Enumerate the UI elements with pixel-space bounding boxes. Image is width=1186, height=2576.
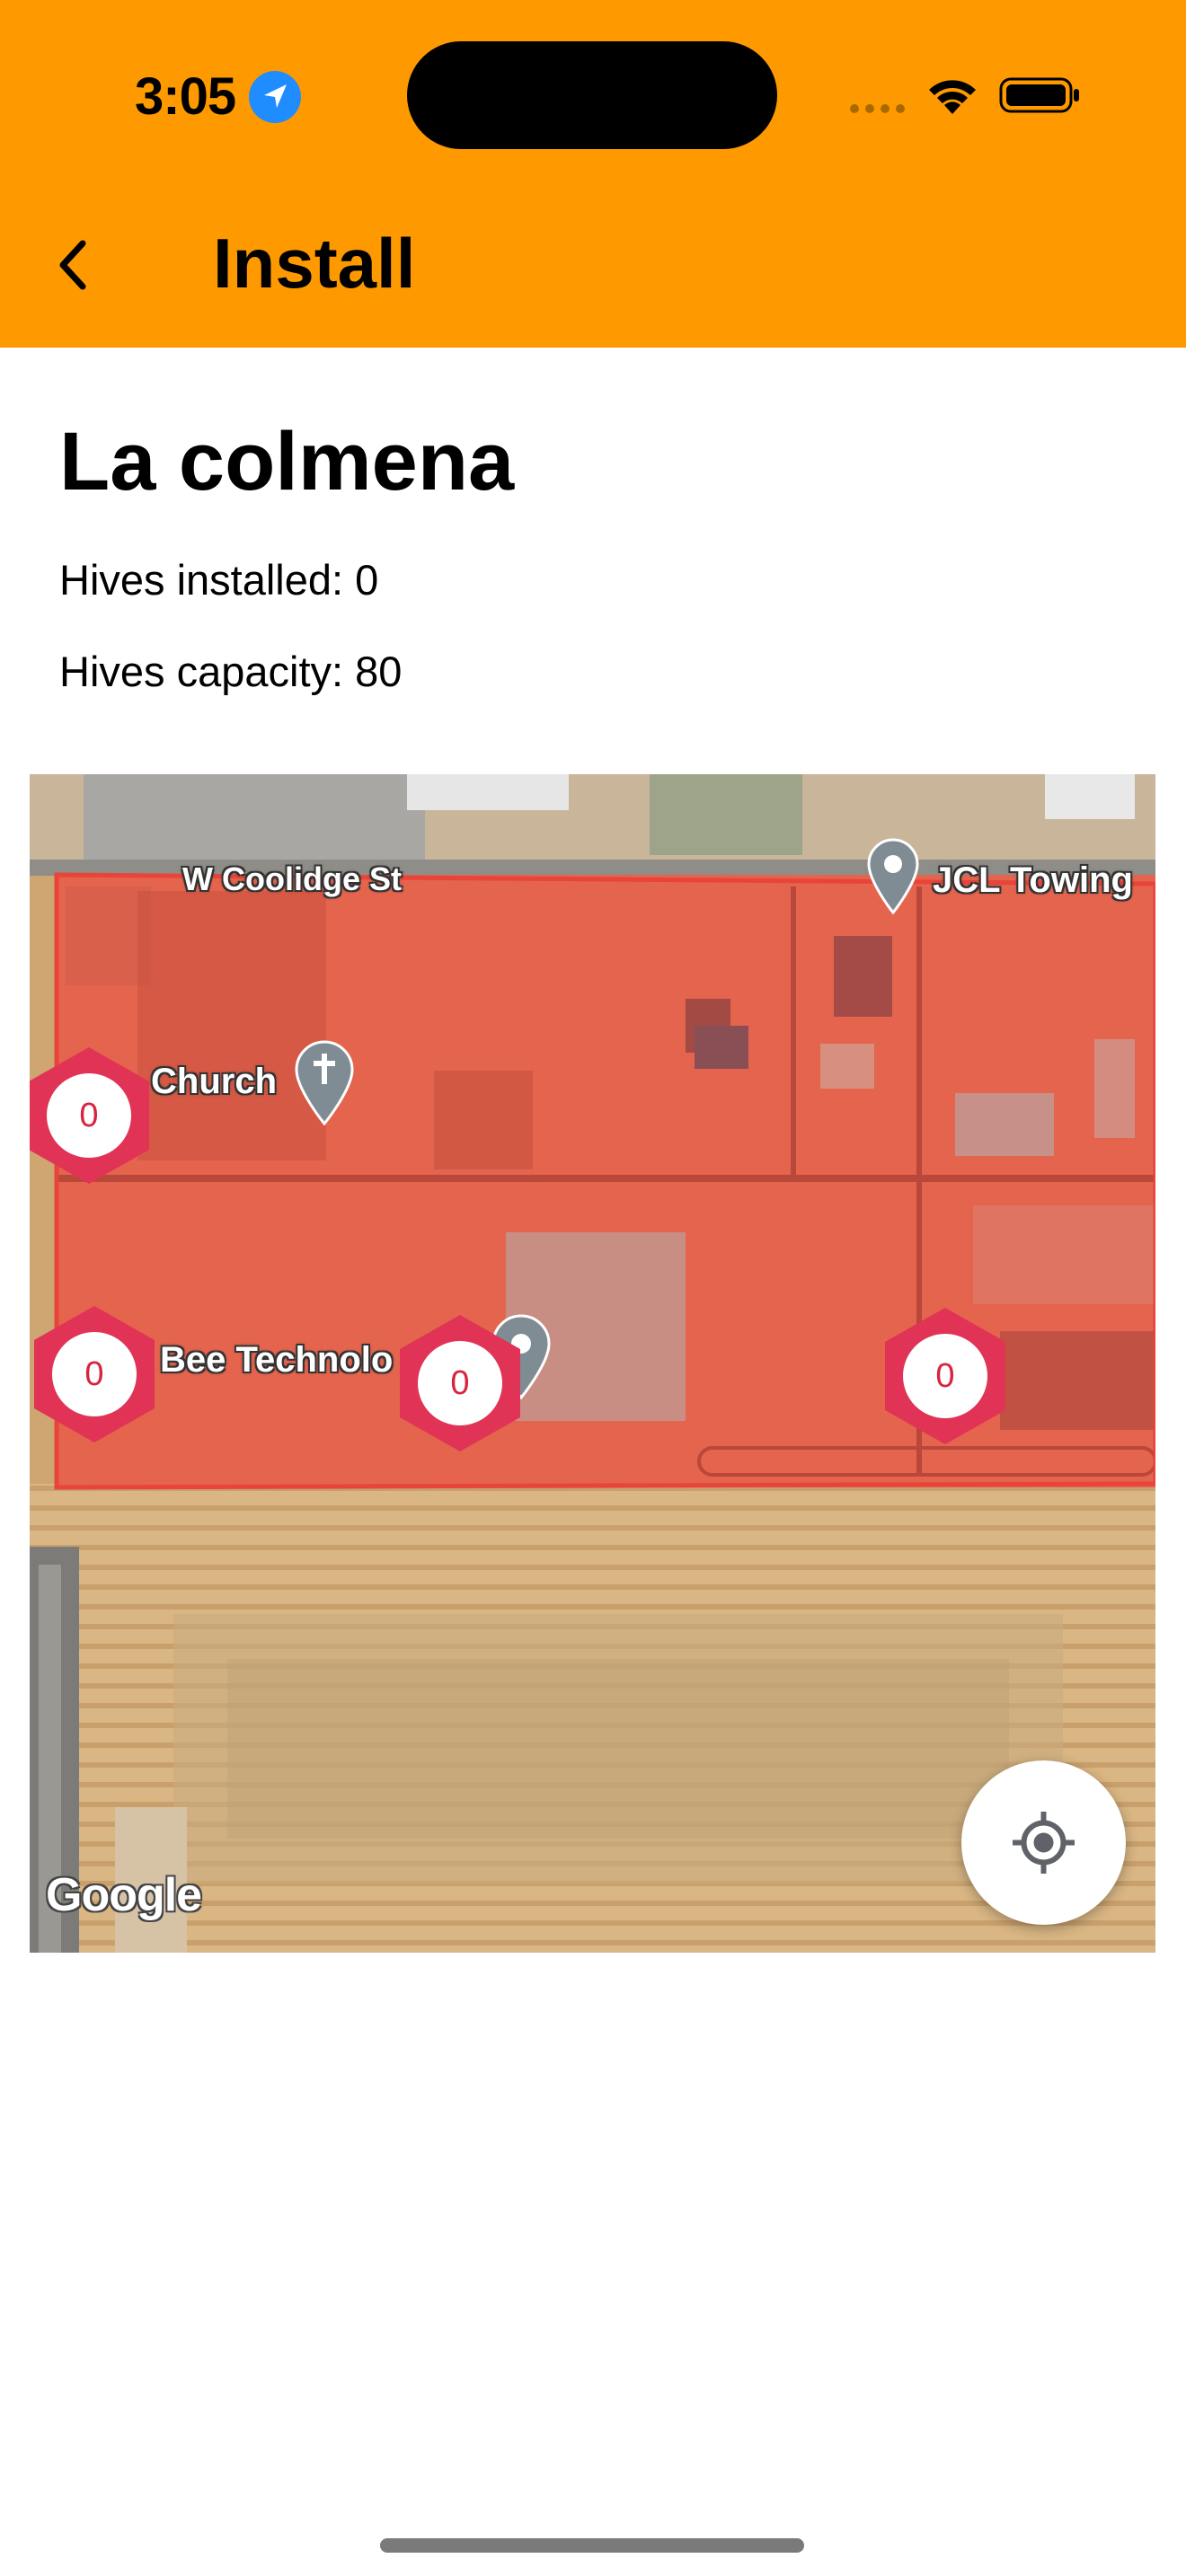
cellular-signal-icon bbox=[850, 104, 905, 113]
bee-label: Bee Technolo bbox=[160, 1340, 394, 1380]
status-time: 3:05 bbox=[135, 67, 236, 126]
battery-icon bbox=[999, 77, 1079, 113]
apiary-name: La colmena bbox=[59, 416, 515, 507]
satellite-map[interactable]: W Coolidge St JCL Towing Church Bee Tech… bbox=[30, 774, 1155, 1953]
nav-title: Install bbox=[213, 224, 416, 303]
app-header: 3:05 Install bbox=[0, 0, 1186, 348]
hives-installed-text: Hives installed: 0 bbox=[59, 556, 379, 604]
location-services-icon bbox=[249, 71, 301, 123]
hive-cluster-marker[interactable]: 0 bbox=[31, 1302, 158, 1446]
street-label: W Coolidge St bbox=[182, 860, 402, 897]
back-button[interactable] bbox=[45, 229, 99, 301]
church-label: Church bbox=[151, 1062, 277, 1101]
hive-cluster-marker[interactable]: 0 bbox=[881, 1304, 1009, 1448]
hive-cluster-marker[interactable]: 0 bbox=[30, 1044, 153, 1187]
home-indicator[interactable] bbox=[380, 2538, 804, 2553]
church-pin-icon[interactable] bbox=[293, 1039, 356, 1125]
hives-capacity-text: Hives capacity: 80 bbox=[59, 648, 403, 695]
hive-cluster-marker[interactable]: 0 bbox=[396, 1311, 524, 1455]
towing-label: JCL Towing bbox=[933, 860, 1133, 900]
google-attribution-logo: Google bbox=[46, 1869, 202, 1921]
my-location-button[interactable] bbox=[961, 1760, 1126, 1925]
wifi-icon bbox=[929, 80, 976, 114]
poi-pin-icon[interactable] bbox=[865, 837, 921, 914]
crosshair-icon bbox=[1013, 1812, 1075, 1874]
dynamic-island bbox=[407, 41, 777, 149]
